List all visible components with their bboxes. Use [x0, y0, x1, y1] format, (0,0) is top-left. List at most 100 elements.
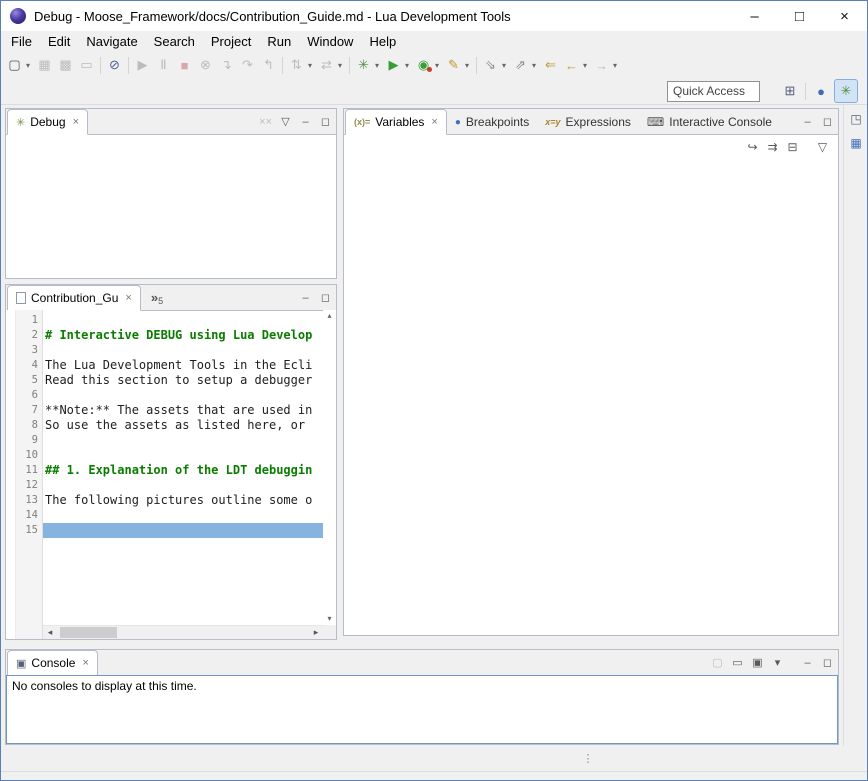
- close-icon[interactable]: ×: [431, 116, 437, 128]
- text-area[interactable]: # Interactive DEBUG using Lua Develop Th…: [43, 310, 323, 639]
- code-line[interactable]: # Interactive DEBUG using Lua Develop: [43, 328, 323, 343]
- show-type-names-button[interactable]: ↪: [743, 137, 762, 156]
- menu-search[interactable]: Search: [146, 32, 203, 51]
- scroll-up-icon[interactable]: ▴: [323, 310, 336, 322]
- code-line[interactable]: [43, 313, 323, 328]
- code-line[interactable]: [43, 508, 323, 523]
- code-line[interactable]: [43, 433, 323, 448]
- lua-perspective-button[interactable]: ●: [810, 80, 832, 102]
- tab-variables[interactable]: (x)= Variables ×: [345, 109, 447, 135]
- code-line[interactable]: So use the assets as listed here, or: [43, 418, 323, 433]
- maximize-view-button[interactable]: ◻: [818, 653, 837, 672]
- line-number[interactable]: 5: [16, 373, 42, 388]
- dropdown-arrow-icon[interactable]: ▾: [611, 61, 619, 70]
- dropdown-arrow-icon[interactable]: ▾: [463, 61, 471, 70]
- resume-button[interactable]: ▶: [132, 54, 153, 76]
- collapse-all-button[interactable]: ⊟: [783, 137, 802, 156]
- skip-all-breakpoints-button[interactable]: ⊘: [104, 54, 125, 76]
- horizontal-scrollbar[interactable]: ◂ ▸: [43, 625, 323, 639]
- tab-interactive-console[interactable]: ⌨ Interactive Console: [639, 110, 780, 134]
- annotation-ruler[interactable]: [6, 310, 16, 639]
- close-icon[interactable]: ×: [82, 657, 88, 669]
- remove-all-terminated-button[interactable]: ××: [256, 112, 275, 131]
- view-menu-icon[interactable]: ▽: [813, 137, 832, 156]
- back-button[interactable]: ← ▾: [561, 54, 591, 76]
- dropdown-arrow-icon[interactable]: ▾: [500, 61, 508, 70]
- line-number[interactable]: 3: [16, 343, 42, 358]
- maximize-view-button[interactable]: ◻: [316, 112, 335, 131]
- dropdown-arrow-icon[interactable]: ▾: [403, 61, 411, 70]
- tab-debug[interactable]: ✳ Debug ×: [7, 109, 88, 135]
- code-line-selected[interactable]: [43, 523, 323, 538]
- code-line[interactable]: [43, 343, 323, 358]
- tab-expressions[interactable]: x=y Expressions: [537, 110, 639, 134]
- line-number[interactable]: 13: [16, 493, 42, 508]
- view-menu-icon[interactable]: ▽: [276, 112, 295, 131]
- minimize-view-button[interactable]: –: [296, 288, 315, 307]
- restore-view-button[interactable]: ◳: [846, 109, 866, 129]
- dropdown-arrow-icon[interactable]: ▾: [530, 61, 538, 70]
- close-icon[interactable]: ×: [125, 292, 131, 304]
- step-over-button[interactable]: ↷: [237, 54, 258, 76]
- window-minimize-button[interactable]: –: [732, 1, 777, 31]
- code-line[interactable]: ## 1. Explanation of the LDT debuggin: [43, 463, 323, 478]
- menu-run[interactable]: Run: [259, 32, 299, 51]
- dropdown-arrow-icon[interactable]: ▾: [373, 61, 381, 70]
- tab-contribution-guide[interactable]: Contribution_Gu ×: [7, 285, 141, 311]
- code-line[interactable]: The Lua Development Tools in the Ecli: [43, 358, 323, 373]
- menu-project[interactable]: Project: [203, 32, 259, 51]
- next-annotation-button[interactable]: ⇘ ▾: [480, 54, 510, 76]
- scroll-right-icon[interactable]: ▸: [309, 626, 323, 639]
- code-line[interactable]: [43, 448, 323, 463]
- dropdown-arrow-icon[interactable]: ▾: [581, 61, 589, 70]
- dropdown-arrow-icon[interactable]: ▾: [433, 61, 441, 70]
- scroll-down-icon[interactable]: ▾: [323, 613, 336, 625]
- terminate-button[interactable]: ■: [174, 54, 195, 76]
- code-line[interactable]: [43, 388, 323, 403]
- vertical-scrollbar[interactable]: ▴ ▾: [323, 310, 336, 625]
- open-console-page-button[interactable]: ▢: [708, 653, 727, 672]
- dropdown-arrow-icon[interactable]: ▾: [306, 61, 314, 70]
- line-number[interactable]: 8: [16, 418, 42, 433]
- console-output[interactable]: No consoles to display at this time.: [6, 675, 838, 744]
- open-console-button[interactable]: ▣: [748, 653, 767, 672]
- dropdown-arrow-icon[interactable]: ▾: [24, 61, 32, 70]
- run-button[interactable]: ▶ ▾: [383, 54, 413, 76]
- tab-console[interactable]: ▣ Console ×: [7, 650, 98, 676]
- display-selected-console-button[interactable]: ▭: [728, 653, 747, 672]
- scroll-left-icon[interactable]: ◂: [43, 626, 57, 639]
- code-line[interactable]: **Note:** The assets that are used in: [43, 403, 323, 418]
- forward-button[interactable]: → ▾: [591, 54, 621, 76]
- use-step-filters-button[interactable]: ⇅ ▾: [286, 54, 316, 76]
- line-number[interactable]: 9: [16, 433, 42, 448]
- line-number[interactable]: 6: [16, 388, 42, 403]
- line-number[interactable]: 12: [16, 478, 42, 493]
- previous-annotation-button[interactable]: ⇗ ▾: [510, 54, 540, 76]
- debug-history-button[interactable]: ⇄ ▾: [316, 54, 346, 76]
- step-into-button[interactable]: ↴: [216, 54, 237, 76]
- external-tools-button[interactable]: ✎ ▾: [443, 54, 473, 76]
- minimize-view-button[interactable]: –: [798, 653, 817, 672]
- new-button[interactable]: ▢ ▾: [4, 54, 34, 76]
- code-line[interactable]: The following pictures outline some o: [43, 493, 323, 508]
- line-number[interactable]: 2: [16, 328, 42, 343]
- dropdown-arrow-icon[interactable]: ▾: [336, 61, 344, 70]
- line-number[interactable]: 4: [16, 358, 42, 373]
- debug-perspective-button[interactable]: ✳: [834, 79, 858, 103]
- menu-edit[interactable]: Edit: [40, 32, 78, 51]
- menu-navigate[interactable]: Navigate: [78, 32, 145, 51]
- save-button[interactable]: ▦: [34, 54, 55, 76]
- suspend-button[interactable]: Ⅱ: [153, 54, 174, 76]
- tab-breakpoints[interactable]: ● Breakpoints: [447, 110, 537, 134]
- line-number[interactable]: 10: [16, 448, 42, 463]
- scrollbar-thumb[interactable]: [60, 627, 117, 638]
- minimize-view-button[interactable]: –: [296, 112, 315, 131]
- maximize-view-button[interactable]: ◻: [316, 288, 335, 307]
- line-number[interactable]: 11: [16, 463, 42, 478]
- disconnect-button[interactable]: ⊗: [195, 54, 216, 76]
- line-number[interactable]: 14: [16, 508, 42, 523]
- show-logical-structure-button[interactable]: ⇉: [763, 137, 782, 156]
- app-icon[interactable]: [10, 8, 26, 24]
- open-perspective-button[interactable]: ⊞: [779, 80, 801, 102]
- debug-button[interactable]: ✳ ▾: [353, 54, 383, 76]
